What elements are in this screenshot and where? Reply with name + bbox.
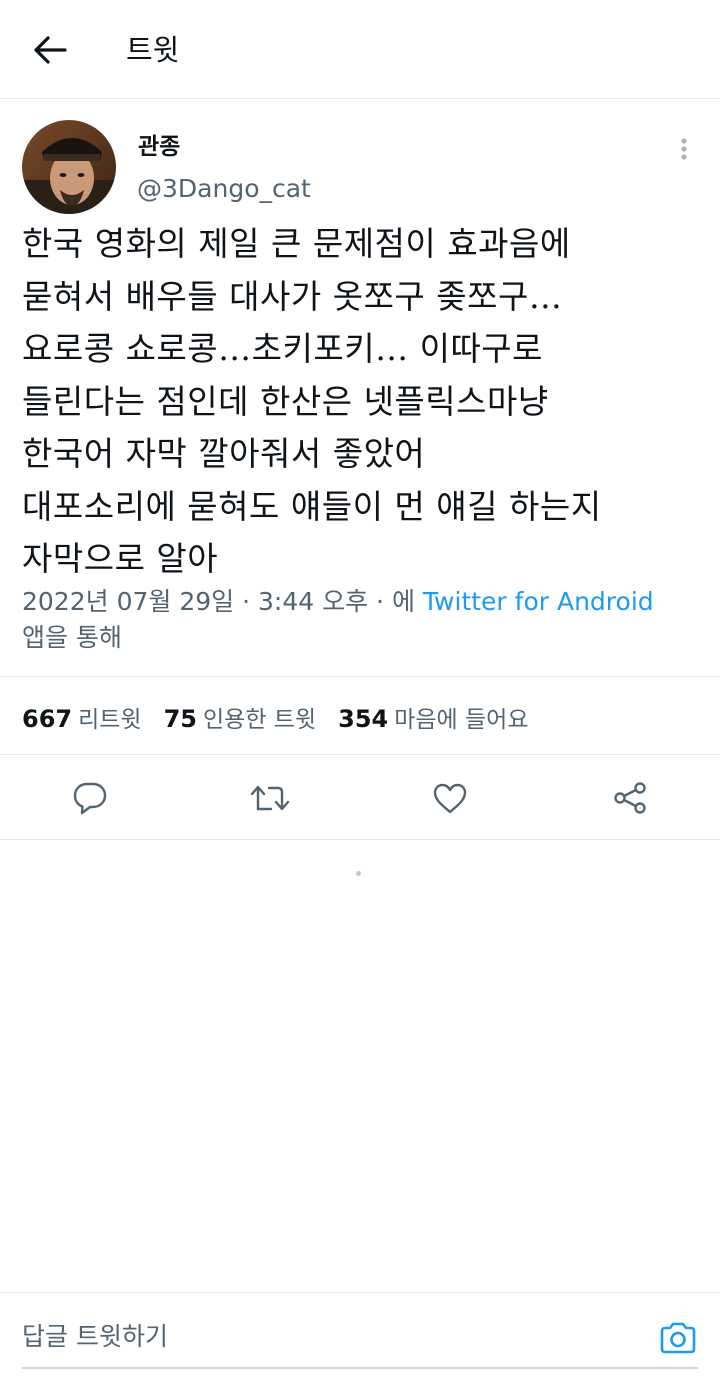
reply-input-underline xyxy=(22,1367,698,1369)
back-button[interactable] xyxy=(28,30,72,70)
engagement-stats: 667 리트윗 75 인용한 트윗 354 마음에 들어요 xyxy=(0,676,720,755)
display-name[interactable]: 관종 xyxy=(138,130,180,164)
meta-separator: · xyxy=(242,587,258,616)
comment-icon xyxy=(73,782,107,815)
tweet-actions-bar xyxy=(0,755,720,840)
tweet-time[interactable]: 3:44 오후 xyxy=(258,587,368,616)
source-suffix: 앱을 통해 xyxy=(22,623,122,652)
likes-count: 354 xyxy=(338,704,389,733)
likes-label: 마음에 들어요 xyxy=(394,706,529,733)
quotes-count: 75 xyxy=(163,704,197,733)
reply-button[interactable] xyxy=(67,775,113,821)
retweets-label: 리트윗 xyxy=(78,706,142,733)
retweets-count: 667 xyxy=(22,704,73,733)
page-title: 트윗 xyxy=(126,33,180,67)
camera-icon xyxy=(660,1322,696,1354)
add-media-button[interactable] xyxy=(656,1318,700,1358)
quotes-stat[interactable]: 75 인용한 트윗 xyxy=(164,700,317,734)
tweet-text: 한국 영화의 제일 큰 문제점이 효과음에 묻혀서 배우들 대사가 옷쪼구 좆쪼… xyxy=(22,224,602,578)
more-options-button[interactable] xyxy=(666,132,702,166)
tweet-source-link[interactable]: Twitter for Android xyxy=(423,587,654,616)
arrow-left-icon xyxy=(34,36,67,64)
avatar[interactable] xyxy=(22,120,116,214)
avatar-image xyxy=(22,120,116,214)
loading-indicator xyxy=(356,871,361,876)
tweet-date[interactable]: 2022년 07월 29일 xyxy=(22,587,234,616)
meta-separator: · xyxy=(376,587,392,616)
share-icon xyxy=(614,782,646,814)
retweet-button[interactable] xyxy=(247,775,293,821)
quotes-label: 인용한 트윗 xyxy=(203,706,317,733)
like-button[interactable] xyxy=(427,775,473,821)
reply-input[interactable] xyxy=(22,1313,642,1359)
retweets-stat[interactable]: 667 리트윗 xyxy=(22,700,142,734)
user-handle[interactable]: @3Dango_cat xyxy=(137,172,311,206)
more-vertical-icon xyxy=(681,138,687,160)
likes-stat[interactable]: 354 마음에 들어요 xyxy=(338,700,528,734)
tweet-metadata: 2022년 07월 29일 · 3:44 오후 · 에 Twitter for … xyxy=(22,584,702,656)
share-button[interactable] xyxy=(607,775,653,821)
heart-icon xyxy=(433,783,467,814)
retweet-icon xyxy=(250,785,290,811)
top-app-bar: 트윗 xyxy=(0,0,720,99)
source-prefix: 에 xyxy=(391,587,415,616)
tweet-detail-screen: 트윗 관종 @3Dango_cat 한국 영화의 제일 큰 문제점이 효과음에 … xyxy=(0,0,720,1380)
